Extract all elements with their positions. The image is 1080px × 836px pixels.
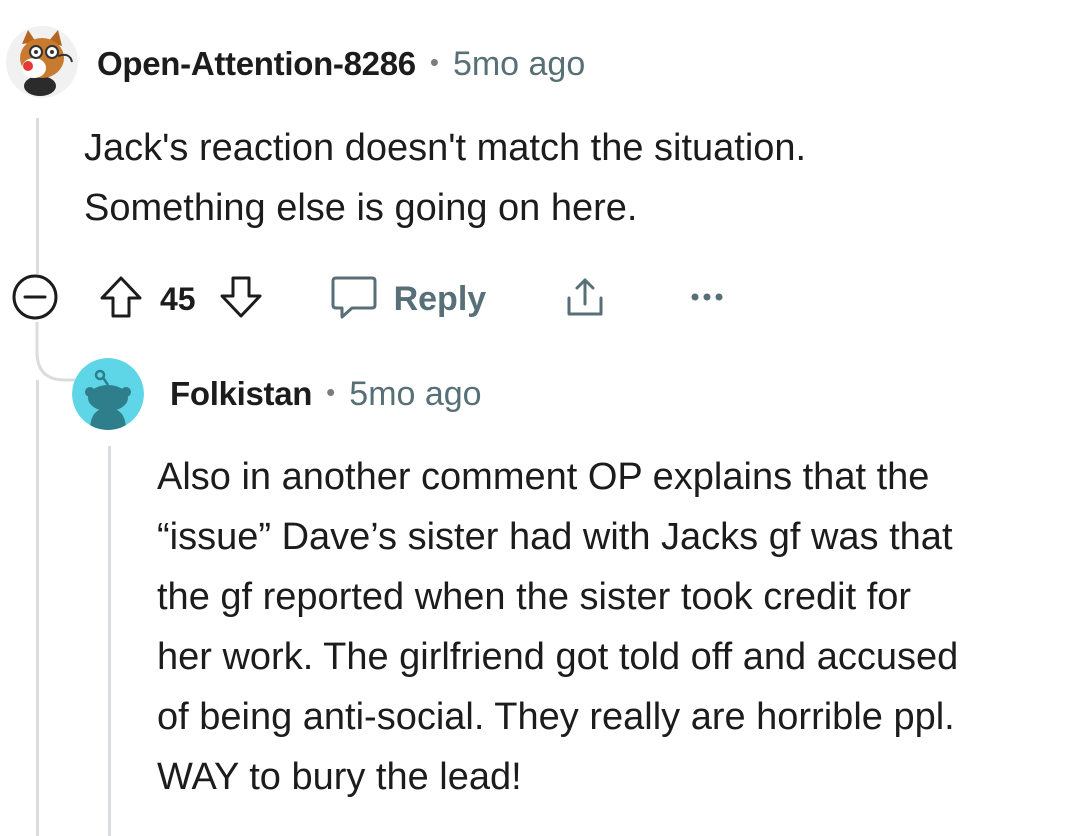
comment-action-bar: 45 Reply <box>10 274 724 324</box>
comment-text-line: her work. The girlfriend got told off an… <box>157 636 959 678</box>
upvote-arrow-icon[interactable] <box>98 274 144 325</box>
comment-text-line: Jack's reaction doesn't match the situat… <box>84 127 807 169</box>
thread-line-child <box>108 446 111 836</box>
comment-text-line: Something else is going on here. <box>84 187 638 229</box>
user-avatar[interactable] <box>6 26 78 98</box>
downvote-arrow-icon[interactable] <box>218 274 264 325</box>
comment-body: Jack's reaction doesn't match the situat… <box>84 118 1044 238</box>
thread-line-parent <box>36 118 39 274</box>
comment-text-line: the gf reported when the sister took cre… <box>157 576 912 618</box>
username[interactable]: Open-Attention-8286 <box>97 45 416 83</box>
reply-button[interactable]: Reply <box>330 274 487 325</box>
comment-text-line: “issue” Dave’s sister had with Jacks gf … <box>157 516 953 558</box>
comment-body: Also in another comment OP explains that… <box>157 447 1072 807</box>
timestamp[interactable]: 5mo ago <box>453 45 585 84</box>
thread-line-parent-continue <box>36 380 39 836</box>
comment-text-line: Also in another comment OP explains that… <box>157 456 930 498</box>
collapse-minus-icon[interactable] <box>10 272 60 327</box>
comment-meta: Open-Attention-8286 • 5mo ago <box>97 42 585 86</box>
fox-avatar-icon <box>6 26 78 98</box>
comment-meta: Folkistan • 5mo ago <box>170 372 482 416</box>
share-icon[interactable] <box>562 274 608 325</box>
username[interactable]: Folkistan <box>170 375 312 413</box>
meta-separator: • <box>326 376 336 407</box>
user-avatar[interactable] <box>72 358 144 430</box>
reply-label: Reply <box>393 279 487 318</box>
vote-count: 45 <box>160 280 196 317</box>
speech-bubble-icon <box>330 274 378 325</box>
comment-text-line: WAY to bury the lead! <box>157 756 522 798</box>
timestamp[interactable]: 5mo ago <box>349 375 481 414</box>
reddit-snoo-avatar-icon <box>72 358 144 430</box>
meta-separator: • <box>429 46 439 77</box>
comment-text-line: of being anti-social. They really are ho… <box>157 696 955 738</box>
more-dots-icon[interactable] <box>690 290 724 308</box>
